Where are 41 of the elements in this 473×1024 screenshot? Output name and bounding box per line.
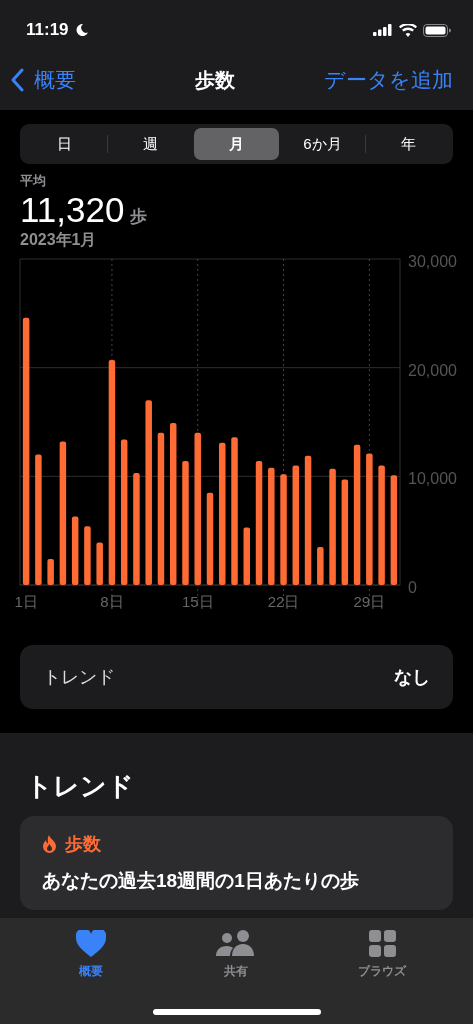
period-label: 2023年1月	[20, 230, 98, 250]
x-axis-label: 22日	[267, 593, 300, 610]
segment-tab[interactable]: 6か月	[280, 128, 365, 160]
grid-icon	[368, 930, 396, 957]
chevron-left-icon	[10, 68, 24, 92]
segment-tab[interactable]: 日	[22, 128, 107, 160]
tab-item[interactable]: 概要	[45, 918, 136, 988]
trend-card[interactable]: 歩数 あなたの過去18週間の1日あたりの歩	[20, 816, 453, 910]
flame-icon	[42, 835, 57, 853]
average-value: 11,320	[20, 190, 125, 230]
people-icon	[216, 930, 257, 957]
status-time: 11:19	[26, 20, 69, 40]
y-axis-label: 10,000	[408, 470, 457, 488]
signal-icon	[373, 24, 393, 36]
x-axis-label: 15日	[181, 593, 214, 610]
segment-tab[interactable]: 月	[194, 128, 279, 160]
y-axis-label: 30,000	[408, 253, 457, 270]
x-axis-label: 1日	[14, 593, 38, 610]
trend-value: なし	[394, 666, 430, 689]
section-heading: トレンド	[26, 770, 135, 803]
heart-icon	[75, 930, 106, 957]
x-axis-label: 29日	[353, 593, 386, 610]
trend-label: トレンド	[43, 666, 115, 689]
trend-description: あなたの過去18週間の1日あたりの歩	[42, 869, 360, 893]
average-label: 平均	[20, 172, 47, 190]
add-data-button[interactable]: データを追加	[324, 66, 453, 94]
trend-row[interactable]: トレンド なし	[20, 645, 453, 709]
wifi-icon	[399, 23, 417, 37]
x-axis-label: 8日	[100, 593, 124, 610]
category-label: 歩数	[65, 833, 101, 856]
tab-item[interactable]: 共有	[191, 918, 282, 988]
tab-item[interactable]: ブラウズ	[337, 918, 428, 988]
y-axis-label: 20,000	[408, 361, 457, 379]
segment-tab[interactable]: 週	[108, 128, 193, 160]
segment-tab[interactable]: 年	[366, 128, 451, 160]
y-axis-label: 0	[408, 579, 417, 596]
battery-icon	[423, 23, 451, 37]
moon-icon	[74, 23, 89, 37]
nav-title: 歩数	[195, 67, 235, 93]
back-button[interactable]: 概要	[10, 66, 76, 94]
unit-label: 歩	[130, 206, 148, 228]
